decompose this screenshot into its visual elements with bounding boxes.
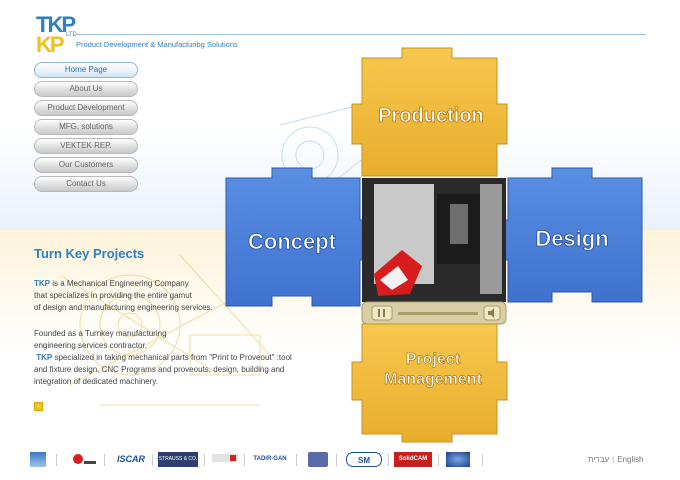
cube-label-project: Project [406,351,461,368]
logo-registered-mark: LTD [66,32,77,38]
intro-p1-line2: that specializes in providing the entire… [34,291,192,300]
nav-home-page[interactable]: Home Page [34,62,138,78]
cube-label-management: Management [384,371,482,388]
nav-mfg-solutions[interactable]: MFG. solutions [34,119,138,135]
lang-english-link[interactable]: English [617,455,643,464]
nav-about-us[interactable]: About Us [34,81,138,97]
intro-p1-rest: is a Mechanical Engineering Company [50,279,189,288]
partner-logo-sm[interactable]: SM [346,452,382,467]
intro-p2-line2: engineering services contractor, [34,341,147,350]
main-navigation: Home Page About Us Product Development M… [34,62,138,195]
divider [482,454,483,466]
divider [296,454,297,466]
divider [152,454,153,466]
divider [388,454,389,466]
cube-face-design[interactable]: Design [497,167,643,303]
intro-p2-line1: Founded as a Turnkey manufacturing [34,329,167,338]
divider [336,454,337,466]
lang-separator: | [612,455,615,464]
partner-logo-strauss[interactable]: STRAUSS & CO. [158,452,198,467]
intro-p1-line3: of design and manufacturing engineering … [34,303,213,312]
partner-logo-7[interactable] [308,452,328,467]
cube-label-concept: Concept [248,229,337,254]
video-progress-track[interactable] [398,312,478,315]
play-pause-button[interactable] [371,305,393,321]
brand-name-2: TKP [36,353,53,362]
cube-label-design: Design [535,226,608,251]
brand-name: TKP [34,279,50,288]
partner-logo-1[interactable] [30,452,46,467]
logo-bottom-letters: KP [36,32,65,57]
nav-our-customers[interactable]: Our Customers [34,157,138,173]
partner-logo-5[interactable] [212,452,238,467]
header-divider [76,34,646,35]
intro-p3-line3: integration of dedicated machinery. [34,377,158,386]
partner-logo-iscar[interactable]: ISCAR [114,452,148,467]
partner-logo-tadir-gan[interactable]: TADIR-GAN [250,452,290,467]
lang-hebrew-link[interactable]: עברית [588,455,609,464]
partner-logos: ISCAR STRAUSS & CO. TADIR-GAN SM SolidCA… [30,452,490,468]
video-controls [361,301,507,325]
partner-logo-2[interactable] [70,452,98,467]
nav-vektek-rep[interactable]: VEKTEK REP. [34,138,138,154]
tagline: Product Development & Manufacturibg Solu… [76,40,238,49]
cube-face-concept[interactable]: Concept [225,167,371,307]
nav-contact-us[interactable]: Contact Us [34,176,138,192]
more-arrow-icon[interactable]: › [34,402,43,411]
section-title: Turn Key Projects [34,246,145,261]
divider [56,454,57,466]
partner-logo-solidcam[interactable]: SolidCAM [394,452,432,467]
cube-navigation: Production Concept Design Project Manage… [225,47,643,443]
tkp-logo[interactable]: TKP KP LTD [36,12,77,57]
divider [244,454,245,466]
language-switcher: עברית | English [588,455,644,464]
partner-logo-10[interactable] [446,452,470,467]
cube-face-project-management[interactable]: Project Management [351,323,508,443]
cube-face-production[interactable]: Production [351,47,508,177]
nav-product-development[interactable]: Product Development [34,100,138,116]
divider [438,454,439,466]
video-frame[interactable] [362,178,506,302]
divider [104,454,105,466]
cube-label-production: Production [378,105,484,127]
divider [204,454,205,466]
